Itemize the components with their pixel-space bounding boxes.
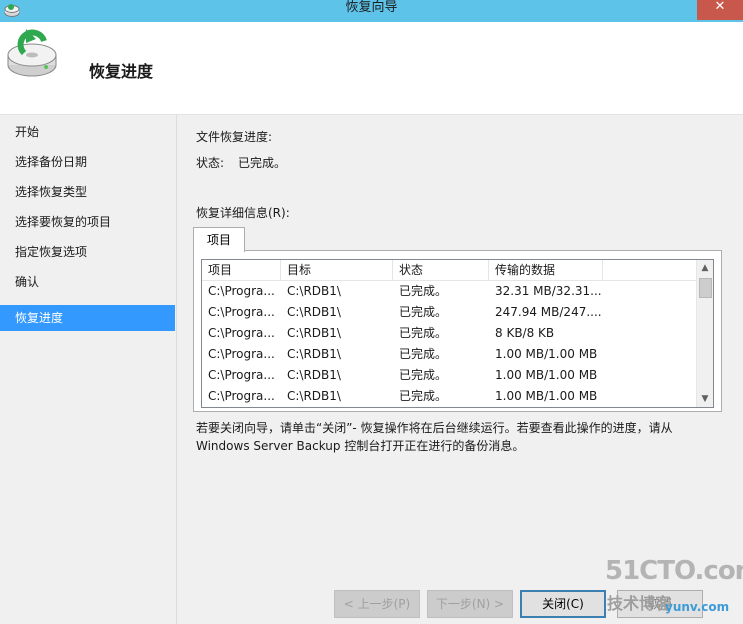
cell-target: C:\RDB1\ [287,389,341,403]
sidebar-item-recovery-options[interactable]: 指定恢复选项 [0,239,175,265]
site-watermark: 51CTO.com 技术博客 yunv.com [605,556,743,622]
cell-transferred: 1.00 MB/1.00 MB [495,389,598,403]
scroll-down-arrow-icon[interactable]: ▼ [697,391,713,407]
cell-transferred: 8 KB/8 KB [495,326,555,340]
cell-status: 已完成。 [399,368,448,382]
cell-transferred: 1.00 MB/1.00 MB [495,347,598,361]
scroll-thumb[interactable] [699,278,712,298]
table-row[interactable]: C:\Progra... C:\RDB1\ 已完成。 1.00 MB/1.00 … [202,365,697,386]
next-button[interactable]: 下一步(N) > [427,590,513,618]
cell-item: C:\Progra... [208,347,275,361]
page-title: 恢复进度 [89,62,154,81]
file-progress-label: 文件恢复进度: [196,130,273,144]
tab-panel: 项目 目标 状态 传输的数据 C:\Progra... C:\RDB1\ 已完成… [193,250,722,412]
note-line-1: 若要关闭向导，请单击“关闭”- 恢复操作将在后台继续运行。若要查看此操作的进度，… [196,421,673,435]
table-row[interactable]: C:\Progra... C:\RDB1\ 已完成。 1.00 MB/1.00 … [202,386,697,407]
window-close-button[interactable]: ✕ [697,0,743,20]
close-icon: ✕ [714,0,726,14]
recovery-details-list[interactable]: 项目 目标 状态 传输的数据 C:\Progra... C:\RDB1\ 已完成… [201,259,714,408]
wizard-header: 恢复进度 [0,22,743,115]
cell-transferred: 247.94 MB/247.... [495,305,602,319]
watermark-line-2: 技术博客 [607,594,672,613]
cell-status: 已完成。 [399,284,448,298]
wizard-steps-sidebar: 开始 选择备份日期 选择恢复类型 选择要恢复的项目 指定恢复选项 确认 恢复进度 [0,115,177,624]
cell-status: 已完成。 [399,326,448,340]
cell-item: C:\Progra... [208,389,275,403]
cell-transferred: 32.31 MB/32.31... [495,284,602,298]
previous-button[interactable]: < 上一步(P) [334,590,420,618]
note-line-2: Windows Server Backup 控制台打开正在进行的备份消息。 [196,439,525,453]
sidebar-item-select-items[interactable]: 选择要恢复的项目 [0,209,175,235]
status-value: 已完成。 [238,156,287,170]
column-header-status[interactable]: 状态 [393,260,489,280]
cell-item: C:\Progra... [208,284,275,298]
cell-item: C:\Progra... [208,368,275,382]
cell-target: C:\RDB1\ [287,347,341,361]
column-header-item[interactable]: 项目 [202,260,281,280]
cell-status: 已完成。 [399,389,448,403]
close-wizard-note: 若要关闭向导，请单击“关闭”- 恢复操作将在后台继续运行。若要查看此操作的进度，… [196,419,716,455]
wizard-content: 文件恢复进度: 状态: 已完成。 恢复详细信息(R): 项目 项目 目标 状态 … [177,115,743,624]
table-row[interactable]: C:\Progra... C:\RDB1\ 已完成。 1.00 MB/1.00 … [202,344,697,365]
cell-status: 已完成。 [399,305,448,319]
sidebar-item-recovery-progress[interactable]: 恢复进度 [0,305,175,331]
sidebar-item-select-backup-date[interactable]: 选择备份日期 [0,149,175,175]
scroll-up-arrow-icon[interactable]: ▲ [697,260,713,276]
sidebar-item-start[interactable]: 开始 [0,119,175,145]
table-row[interactable]: C:\Progra... C:\RDB1\ 已完成。 247.94 MB/247… [202,302,697,323]
cell-target: C:\RDB1\ [287,326,341,340]
cell-target: C:\RDB1\ [287,305,341,319]
column-header-target[interactable]: 目标 [281,260,393,280]
cell-target: C:\RDB1\ [287,368,341,382]
table-row[interactable]: C:\Progra... C:\RDB1\ 已完成。 32.31 MB/32.3… [202,281,697,302]
watermark-line-3: yunv.com [665,600,730,614]
watermark-line-1: 51CTO.com [605,556,743,586]
cell-status: 已完成。 [399,347,448,361]
list-header: 项目 目标 状态 传输的数据 [202,260,697,281]
cell-target: C:\RDB1\ [287,284,341,298]
restore-disk-icon [6,27,62,79]
window-title: 恢复向导 [345,0,398,15]
sidebar-item-select-recovery-type[interactable]: 选择恢复类型 [0,179,175,205]
status-label: 状态: [196,156,225,170]
table-row[interactable]: C:\Progra... C:\RDB1\ 已完成。 8 KB/8 KB [202,323,697,344]
close-button[interactable]: 关闭(C) [520,590,606,618]
cell-item: C:\Progra... [208,326,275,340]
column-header-transferred[interactable]: 传输的数据 [489,260,603,280]
sidebar-item-confirmation[interactable]: 确认 [0,269,175,295]
cell-item: C:\Progra... [208,305,275,319]
cell-transferred: 1.00 MB/1.00 MB [495,368,598,382]
title-bar: 恢复向导 ✕ [0,0,743,22]
details-label: 恢复详细信息(R): [196,206,290,220]
tab-items[interactable]: 项目 [193,227,245,252]
list-scrollbar[interactable]: ▲ ▼ [696,260,713,407]
